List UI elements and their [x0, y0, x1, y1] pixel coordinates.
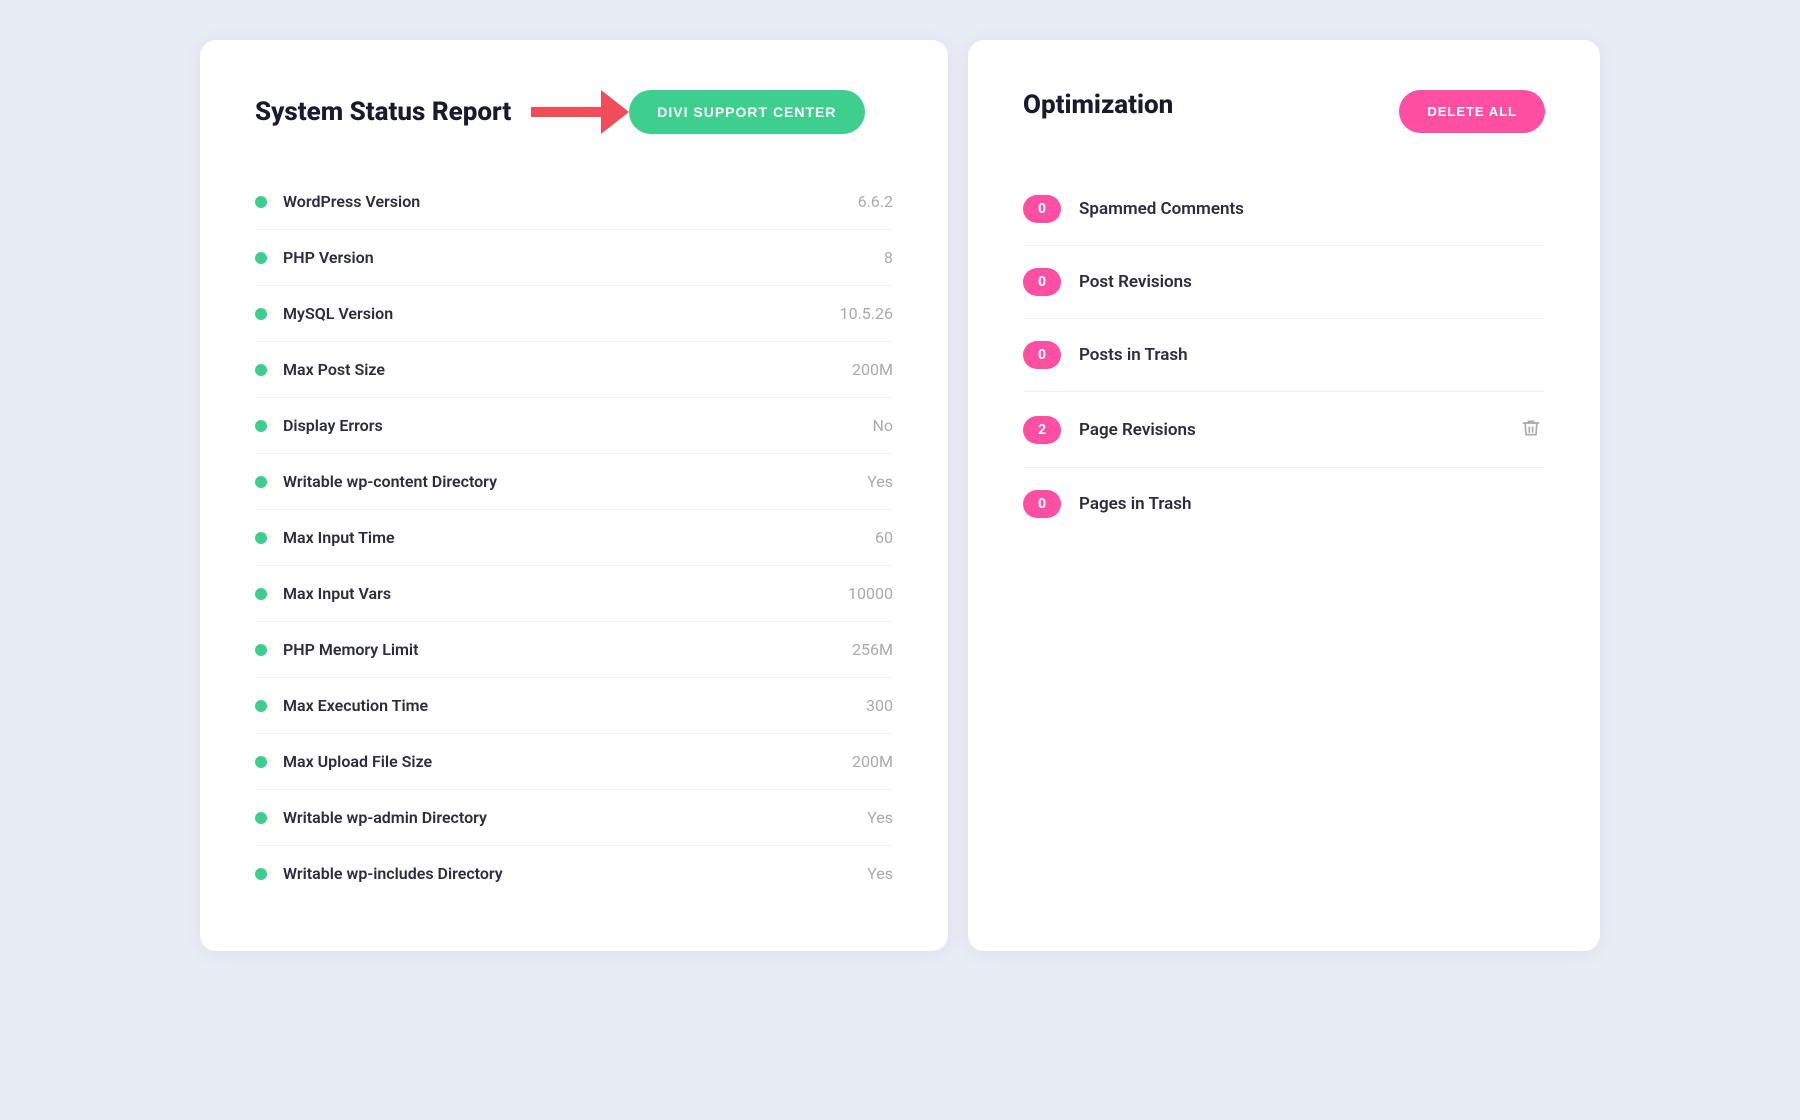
status-item: MySQL Version 10.5.26 — [255, 286, 893, 342]
status-item-left: Writable wp-content Directory — [255, 472, 497, 491]
trash-button[interactable] — [1517, 414, 1545, 445]
right-header: Optimization DELETE ALL — [1023, 90, 1545, 133]
status-value: 256M — [852, 640, 893, 659]
status-item: WordPress Version 6.6.2 — [255, 174, 893, 230]
opt-label: Spammed Comments — [1079, 199, 1545, 219]
status-value: 200M — [852, 752, 893, 771]
status-value: 300 — [866, 696, 893, 715]
status-item-left: PHP Memory Limit — [255, 640, 418, 659]
status-item-left: Writable wp-admin Directory — [255, 808, 487, 827]
status-item: Writable wp-includes Directory Yes — [255, 846, 893, 901]
status-dot — [255, 476, 267, 488]
status-item: Max Input Time 60 — [255, 510, 893, 566]
status-dot — [255, 252, 267, 264]
opt-label: Pages in Trash — [1079, 494, 1545, 514]
opt-badge: 2 — [1023, 416, 1061, 444]
status-dot — [255, 700, 267, 712]
opt-item: 0 Posts in Trash — [1023, 319, 1545, 392]
status-label: Max Execution Time — [283, 696, 428, 715]
status-label: PHP Memory Limit — [283, 640, 418, 659]
status-label: Max Input Time — [283, 528, 395, 547]
optimization-title: Optimization — [1023, 90, 1173, 120]
status-dot — [255, 868, 267, 880]
status-item-left: Display Errors — [255, 416, 383, 435]
status-dot — [255, 644, 267, 656]
left-header: System Status Report DIVI SUPPORT CENTER — [255, 90, 893, 134]
status-item-left: WordPress Version — [255, 192, 420, 211]
status-value: 10000 — [848, 584, 893, 603]
status-label: Writable wp-content Directory — [283, 472, 497, 491]
status-item: Display Errors No — [255, 398, 893, 454]
arrow-button-wrapper: DIVI SUPPORT CENTER — [531, 90, 864, 134]
divi-support-center-button[interactable]: DIVI SUPPORT CENTER — [629, 90, 864, 134]
status-dot — [255, 196, 267, 208]
status-label: Max Upload File Size — [283, 752, 432, 771]
status-label: Writable wp-admin Directory — [283, 808, 487, 827]
status-value: Yes — [867, 808, 893, 827]
status-item: Max Upload File Size 200M — [255, 734, 893, 790]
status-item: Max Execution Time 300 — [255, 678, 893, 734]
status-label: WordPress Version — [283, 192, 420, 211]
status-value: 60 — [875, 528, 893, 547]
opt-label: Page Revisions — [1079, 420, 1499, 440]
system-status-title: System Status Report — [255, 97, 511, 127]
status-dot — [255, 756, 267, 768]
status-item: Writable wp-admin Directory Yes — [255, 790, 893, 846]
status-dot — [255, 364, 267, 376]
opt-badge: 0 — [1023, 490, 1061, 518]
status-item-left: Max Post Size — [255, 360, 385, 379]
delete-all-button[interactable]: DELETE ALL — [1399, 90, 1545, 133]
opt-badge: 0 — [1023, 268, 1061, 296]
opt-badge: 0 — [1023, 341, 1061, 369]
status-label: Max Post Size — [283, 360, 385, 379]
status-value: No — [872, 416, 893, 435]
status-item-left: Writable wp-includes Directory — [255, 864, 503, 883]
status-value: 10.5.26 — [840, 304, 893, 323]
page-wrapper: System Status Report DIVI SUPPORT CENTER… — [200, 40, 1600, 951]
status-item-left: Max Input Vars — [255, 584, 391, 603]
status-item: PHP Version 8 — [255, 230, 893, 286]
optimization-card: Optimization DELETE ALL 0 Spammed Commen… — [968, 40, 1600, 951]
status-item: Max Post Size 200M — [255, 342, 893, 398]
arrow-body — [531, 107, 601, 117]
status-item-left: Max Input Time — [255, 528, 395, 547]
status-list: WordPress Version 6.6.2 PHP Version 8 My… — [255, 174, 893, 901]
opt-label: Post Revisions — [1079, 272, 1545, 292]
status-label: PHP Version — [283, 248, 374, 267]
status-item: PHP Memory Limit 256M — [255, 622, 893, 678]
status-value: 6.6.2 — [858, 192, 893, 211]
status-item-left: Max Execution Time — [255, 696, 428, 715]
status-label: Max Input Vars — [283, 584, 391, 603]
status-item: Writable wp-content Directory Yes — [255, 454, 893, 510]
arrow-shape — [531, 90, 629, 134]
status-dot — [255, 532, 267, 544]
status-dot — [255, 308, 267, 320]
status-item-left: PHP Version — [255, 248, 374, 267]
opt-item: 0 Pages in Trash — [1023, 468, 1545, 540]
opt-item: 2 Page Revisions — [1023, 392, 1545, 468]
status-label: Display Errors — [283, 416, 383, 435]
arrow-head — [601, 90, 629, 134]
status-value: Yes — [867, 472, 893, 491]
opt-badge: 0 — [1023, 195, 1061, 223]
opt-label: Posts in Trash — [1079, 345, 1545, 365]
status-dot — [255, 420, 267, 432]
status-value: 200M — [852, 360, 893, 379]
status-item-left: MySQL Version — [255, 304, 393, 323]
status-item-left: Max Upload File Size — [255, 752, 432, 771]
status-label: Writable wp-includes Directory — [283, 864, 503, 883]
status-item: Max Input Vars 10000 — [255, 566, 893, 622]
status-dot — [255, 812, 267, 824]
system-status-card: System Status Report DIVI SUPPORT CENTER… — [200, 40, 948, 951]
status-value: 8 — [884, 248, 893, 267]
status-value: Yes — [867, 864, 893, 883]
status-dot — [255, 588, 267, 600]
opt-item: 0 Spammed Comments — [1023, 173, 1545, 246]
optimization-list: 0 Spammed Comments 0 Post Revisions 0 Po… — [1023, 173, 1545, 540]
status-label: MySQL Version — [283, 304, 393, 323]
opt-item: 0 Post Revisions — [1023, 246, 1545, 319]
